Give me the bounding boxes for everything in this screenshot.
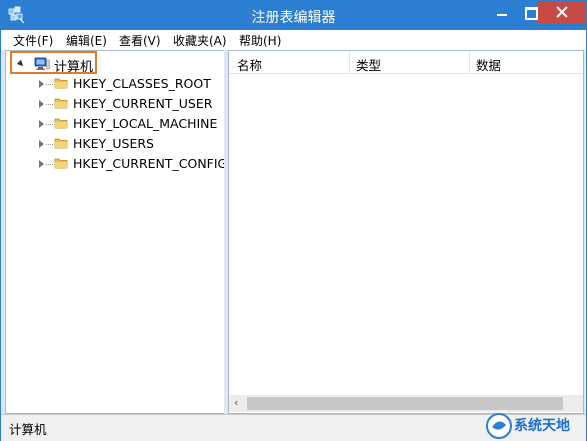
status-path: 计算机 xyxy=(9,422,47,437)
minimize-icon xyxy=(497,14,507,16)
column-name[interactable]: 名称 xyxy=(237,55,262,74)
folder-icon xyxy=(54,158,68,169)
tree-item-label[interactable]: HKEY_CURRENT_USER xyxy=(73,96,212,111)
registry-editor-window: 注册表编辑器 文件(F) 编辑(E) 查看(V) 收藏夹(A) 帮助(H) 计算… xyxy=(0,0,587,441)
maximize-icon xyxy=(525,7,538,20)
menu-view[interactable]: 查看(V) xyxy=(119,32,161,49)
tree-connector xyxy=(46,84,53,85)
tree-connector xyxy=(46,124,53,125)
watermark-logo: 系统天地 xyxy=(484,409,587,441)
values-pane[interactable]: 名称 类型 数据 ‹ xyxy=(228,50,584,414)
collapsed-arrow-icon[interactable] xyxy=(39,160,44,168)
column-divider[interactable] xyxy=(349,51,350,73)
tree-item-hkcc[interactable]: HKEY_CURRENT_CONFIG xyxy=(6,154,227,174)
folder-icon xyxy=(54,98,68,109)
column-divider[interactable] xyxy=(469,51,470,73)
folder-icon xyxy=(54,78,68,89)
root-highlight-box xyxy=(10,51,97,74)
collapsed-arrow-icon[interactable] xyxy=(39,100,44,108)
tree-item-label[interactable]: HKEY_CLASSES_ROOT xyxy=(73,76,211,91)
tree-item-hklm[interactable]: HKEY_LOCAL_MACHINE xyxy=(6,114,221,134)
tree-item-hkcr[interactable]: HKEY_CLASSES_ROOT xyxy=(6,74,221,94)
watermark-text: 系统天地 xyxy=(514,418,570,434)
folder-icon xyxy=(54,138,68,149)
tree-item-label[interactable]: HKEY_USERS xyxy=(73,136,154,151)
tree-item-hku[interactable]: HKEY_USERS xyxy=(6,134,221,154)
menu-file[interactable]: 文件(F) xyxy=(13,32,53,49)
scroll-left-icon[interactable]: ‹ xyxy=(234,396,238,409)
tree-item-label[interactable]: HKEY_CURRENT_CONFIG xyxy=(73,156,227,171)
tree-item-hkcu[interactable]: HKEY_CURRENT_USER xyxy=(6,94,221,114)
tree-connector xyxy=(46,164,53,165)
tree-item-label[interactable]: HKEY_LOCAL_MACHINE xyxy=(73,116,217,131)
close-button[interactable] xyxy=(538,1,586,23)
menu-favorites[interactable]: 收藏夹(A) xyxy=(173,32,227,49)
folder-icon xyxy=(54,118,68,129)
tree-pane[interactable]: 计算机 HKEY_CLASSES_ROOT HKEY_CURRENT_USER xyxy=(5,50,227,414)
collapsed-arrow-icon[interactable] xyxy=(39,140,44,148)
collapsed-arrow-icon[interactable] xyxy=(39,120,44,128)
close-icon xyxy=(556,6,568,18)
collapsed-arrow-icon[interactable] xyxy=(39,80,44,88)
column-data[interactable]: 数据 xyxy=(476,55,501,74)
list-header: 名称 类型 数据 xyxy=(229,51,583,74)
column-type[interactable]: 类型 xyxy=(356,55,381,74)
menu-edit[interactable]: 编辑(E) xyxy=(66,32,107,49)
menu-bar: 文件(F) 编辑(E) 查看(V) 收藏夹(A) 帮助(H) xyxy=(1,30,586,50)
watermark-icon xyxy=(486,413,512,439)
tree-connector xyxy=(46,144,53,145)
tree-connector xyxy=(46,104,53,105)
title-bar[interactable]: 注册表编辑器 xyxy=(1,1,586,30)
menu-help[interactable]: 帮助(H) xyxy=(239,32,281,49)
minimize-button[interactable] xyxy=(488,1,516,23)
